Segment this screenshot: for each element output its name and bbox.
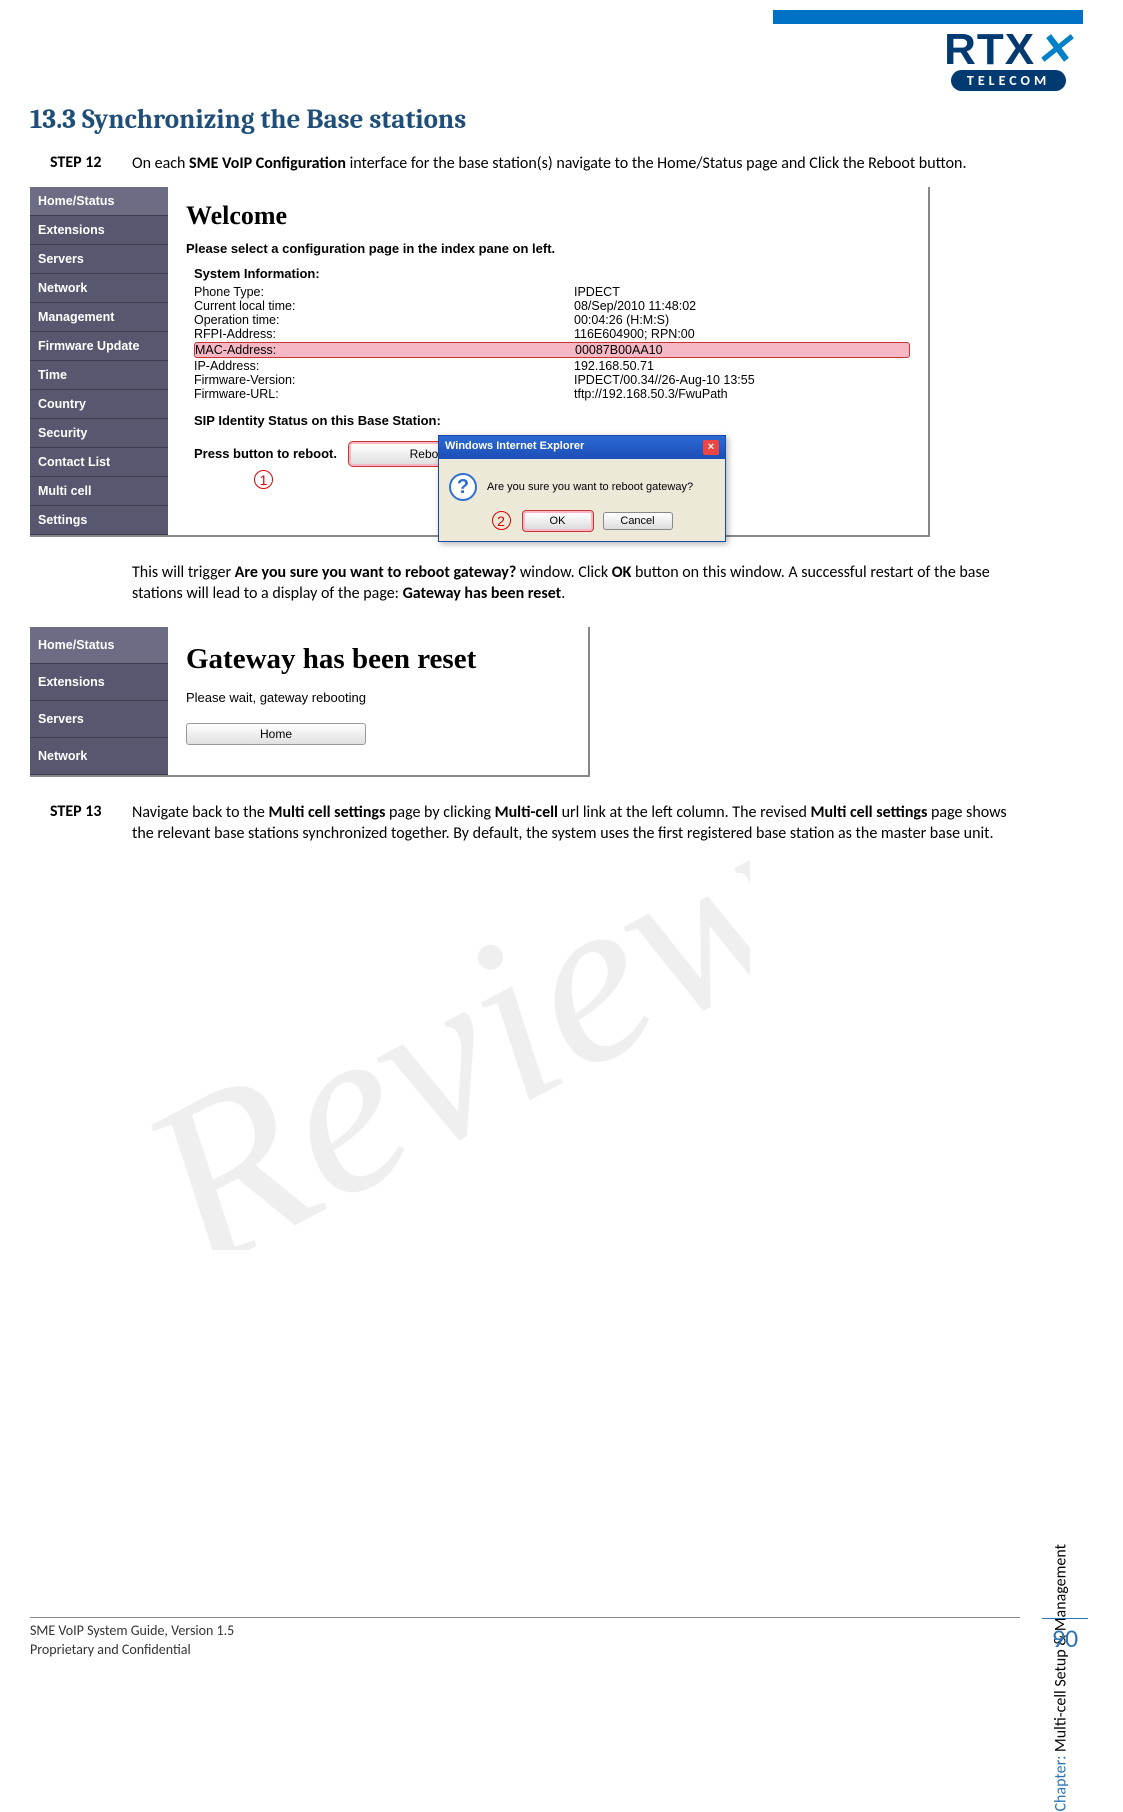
nav-item-servers[interactable]: Servers (30, 701, 168, 738)
nav-sidebar: Home/Status Extensions Servers Network M… (30, 187, 168, 535)
nav-item-extensions[interactable]: Extensions (30, 216, 168, 245)
nav-item-security[interactable]: Security (30, 419, 168, 448)
info-row: Phone Type:IPDECT (194, 285, 910, 299)
step-label: STEP 12 (50, 153, 118, 175)
welcome-screenshot: Home/Status Extensions Servers Network M… (30, 187, 930, 537)
info-row: Firmware-URL:tftp://192.168.50.3/FwuPath (194, 387, 910, 401)
step-text: On each SME VoIP Configuration interface… (132, 153, 1030, 175)
nav-item-home-status[interactable]: Home/Status (30, 187, 168, 216)
question-icon: ? (449, 473, 477, 501)
footer: SME VoIP System Guide, Version 1.5 Propr… (30, 1617, 1020, 1660)
chapter-side-label: Chapter: Multi-cell Setup & Management (1052, 1544, 1071, 1812)
step-13: STEP 13 Navigate back to the Multi cell … (30, 802, 1030, 845)
step-text: Navigate back to the Multi cell settings… (132, 802, 1030, 845)
after-shot1-text: This will trigger Are you sure you want … (30, 562, 1030, 605)
info-row: RFPI-Address:116E604900; RPN:00 (194, 327, 910, 341)
gateway-reset-screenshot: Home/Status Extensions Servers Network G… (30, 627, 590, 777)
nav-item-network[interactable]: Network (30, 738, 168, 775)
sip-identity-heading: SIP Identity Status on this Base Station… (194, 413, 910, 428)
nav-item-contact-list[interactable]: Contact List (30, 448, 168, 477)
nav-item-multi-cell[interactable]: Multi cell (30, 477, 168, 506)
nav-item-settings[interactable]: Settings (30, 506, 168, 535)
dialog-message: Are you sure you want to reboot gateway? (487, 481, 693, 493)
nav-item-management[interactable]: Management (30, 303, 168, 332)
info-row: Current local time:08/Sep/2010 11:48:02 (194, 299, 910, 313)
info-row: Operation time:00:04:26 (H:M:S) (194, 313, 910, 327)
ok-button[interactable]: OK (523, 511, 593, 531)
annotation-2: 2 (492, 511, 511, 530)
info-row: Firmware-Version:IPDECT/00.34//26-Aug-10… (194, 373, 910, 387)
page-title: Gateway has been reset (186, 643, 570, 676)
info-row-mac-highlight: MAC-Address:00087B00AA10 (194, 342, 910, 358)
reboot-label: Press button to reboot. (194, 446, 337, 461)
nav-item-time[interactable]: Time (30, 361, 168, 390)
wait-text: Please wait, gateway rebooting (186, 690, 570, 705)
system-info-table: Phone Type:IPDECT Current local time:08/… (194, 285, 910, 401)
step-label: STEP 13 (50, 802, 118, 845)
nav-sidebar: Home/Status Extensions Servers Network (30, 627, 168, 775)
instruction-text: Please select a configuration page in th… (186, 241, 910, 256)
brand-logo: RTX✕ TELECOM (944, 30, 1073, 91)
confirm-dialog: Windows Internet Explorer × ? Are you su… (438, 435, 726, 542)
nav-item-country[interactable]: Country (30, 390, 168, 419)
close-icon[interactable]: × (703, 440, 719, 455)
system-info-heading: System Information: (194, 266, 910, 281)
step-12: STEP 12 On each SME VoIP Configuration i… (30, 153, 1030, 175)
nav-item-network[interactable]: Network (30, 274, 168, 303)
nav-item-servers[interactable]: Servers (30, 245, 168, 274)
page-title: Welcome (186, 201, 910, 231)
section-heading: 13.3 Synchronizing the Base stations (30, 104, 1030, 135)
nav-item-extensions[interactable]: Extensions (30, 664, 168, 701)
cancel-button[interactable]: Cancel (603, 512, 673, 530)
home-button[interactable]: Home (186, 723, 366, 745)
header-accent-bar (773, 10, 1083, 24)
page-number: 90 (1042, 1618, 1088, 1654)
main-panel: Welcome Please select a configuration pa… (168, 187, 928, 535)
nav-item-firmware-update[interactable]: Firmware Update (30, 332, 168, 361)
dialog-titlebar: Windows Internet Explorer × (439, 436, 725, 459)
nav-item-home-status[interactable]: Home/Status (30, 627, 168, 664)
info-row: IP-Address:192.168.50.71 (194, 359, 910, 373)
